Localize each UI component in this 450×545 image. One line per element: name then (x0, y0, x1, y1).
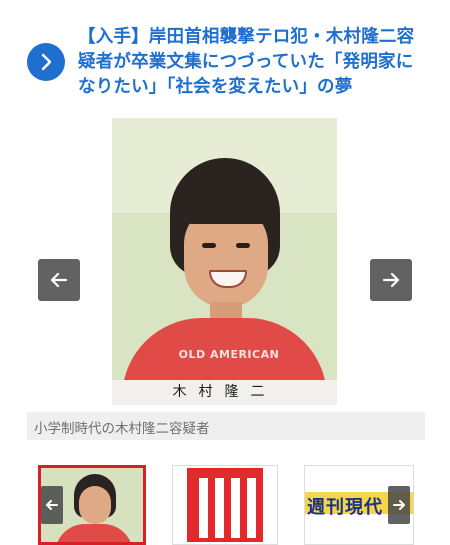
shirt-print: OLD AMERICAN (178, 348, 280, 361)
arrow-right-icon (393, 500, 405, 510)
thumbnail-2[interactable] (172, 465, 278, 545)
arrow-left-icon (50, 272, 68, 288)
gallery-next-button[interactable] (370, 259, 412, 301)
thumbnail-3-logo-text: 週刊現代 (307, 497, 383, 518)
headline-arrow-button[interactable] (27, 43, 65, 81)
gallery-prev-button[interactable] (38, 259, 80, 301)
thumbnail-strip: 週刊現代 (0, 465, 450, 545)
thumbnail-prev-button[interactable] (41, 486, 63, 524)
red-stripes-logo (187, 468, 263, 542)
gallery-main-photo[interactable]: OLD AMERICAN 木村隆二 (112, 118, 337, 405)
photo-caption: 小学制時代の木村隆二容疑者 (27, 412, 425, 440)
name-plate-text: 木村隆二 (172, 384, 277, 400)
chevron-right-icon (41, 53, 52, 71)
arrow-right-icon (382, 272, 400, 288)
article-header: 【入手】岸田首相襲撃テロ犯・木村隆二容疑者が卒業文集につづっていた「発明家になり… (0, 0, 450, 112)
portrait-image: OLD AMERICAN (112, 118, 337, 380)
name-plate: 木村隆二 (112, 380, 337, 405)
thumbnail-next-button[interactable] (388, 486, 410, 524)
photo-caption-text: 小学制時代の木村隆二容疑者 (34, 421, 210, 437)
arrow-left-icon (46, 500, 58, 510)
article-headline[interactable]: 【入手】岸田首相襲撃テロ犯・木村隆二容疑者が卒業文集につづっていた「発明家になり… (78, 25, 428, 100)
